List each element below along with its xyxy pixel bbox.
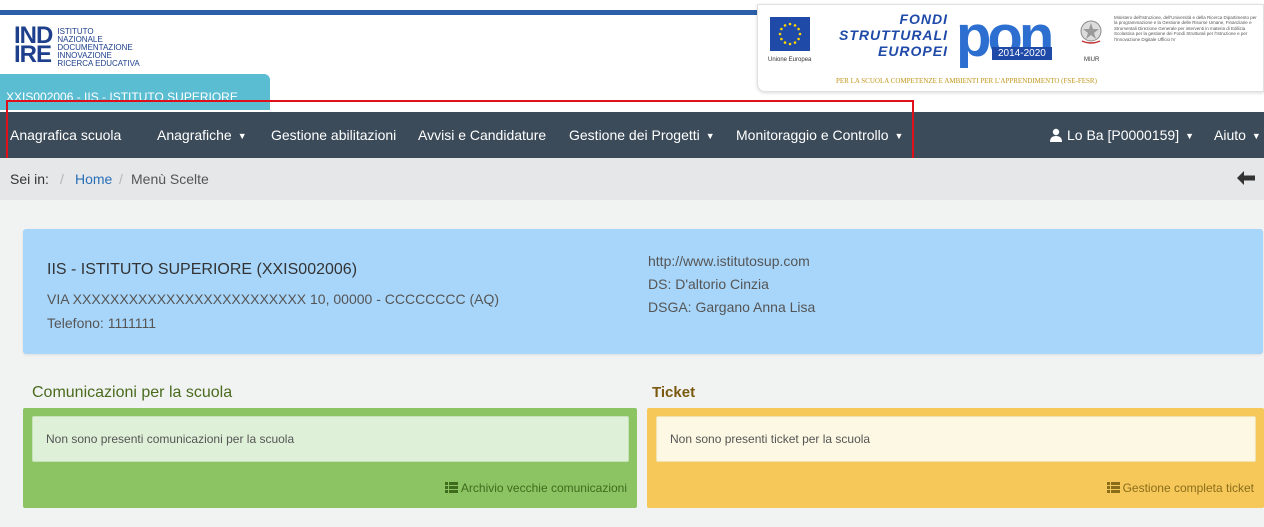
nav-label: Avvisi e Candidature bbox=[418, 127, 547, 143]
school-address: VIA XXXXXXXXXXXXXXXXXXXXXXXXX 10, 00000 … bbox=[47, 291, 500, 307]
ticket-management-link[interactable]: Gestione completa ticket bbox=[1106, 481, 1254, 495]
logo-mark-line: IRE bbox=[14, 41, 52, 68]
pon-banner: Unione Europea FONDI STRUTTURALI EUROPEI… bbox=[757, 4, 1264, 92]
caret-down-icon: ▼ bbox=[705, 131, 715, 141]
caret-down-icon: ▼ bbox=[1251, 131, 1261, 141]
school-website[interactable]: http://www.istitutosup.com bbox=[648, 253, 810, 269]
school-phone: Telefono: 1111111 bbox=[47, 315, 156, 331]
fondi-strutturali-title: FONDI STRUTTURALI EUROPEI bbox=[836, 11, 948, 59]
breadcrumb: Sei in: / Home / Menù Scelte bbox=[0, 158, 1264, 200]
communications-archive-label: Archivio vecchie comunicazioni bbox=[460, 481, 627, 495]
italian-republic-emblem-icon bbox=[1079, 19, 1103, 45]
communications-message-box: Non sono presenti comunicazioni per la s… bbox=[32, 416, 629, 462]
school-ds: DS: D'altorio Cinzia bbox=[648, 276, 769, 292]
school-dsga: DSGA: Gargano Anna Lisa bbox=[648, 299, 816, 315]
breadcrumb-separator: / bbox=[119, 171, 123, 187]
nav-label: Gestione dei Progetti bbox=[569, 127, 700, 143]
list-icon bbox=[1106, 482, 1120, 493]
communications-empty-message: Non sono presenti comunicazioni per la s… bbox=[46, 432, 295, 446]
breadcrumb-current: Menù Scelte bbox=[131, 171, 209, 187]
header-accent-line bbox=[0, 10, 760, 15]
nav-anagrafiche[interactable]: Anagrafiche ▼ bbox=[157, 112, 247, 158]
eu-flag-icon bbox=[770, 17, 810, 51]
communications-archive-link[interactable]: Archivio vecchie comunicazioni bbox=[444, 481, 627, 495]
nav-help[interactable]: Aiuto ▼ bbox=[1214, 112, 1261, 158]
breadcrumb-home-link[interactable]: Home bbox=[75, 171, 112, 187]
pon-subtitle: PER LA SCUOLA COMPETENZE E AMBIENTI PER … bbox=[836, 77, 1097, 85]
ministry-text: Ministero dell'Istruzione, dell'Universi… bbox=[1114, 15, 1257, 42]
help-label: Aiuto bbox=[1214, 127, 1246, 143]
user-name: Lo Ba [P0000159] bbox=[1067, 127, 1180, 143]
pon-years: 2014-2020 bbox=[992, 47, 1052, 60]
school-tab-label: XXIS002006 - IIS - ISTITUTO SUPERIORE bbox=[6, 90, 238, 104]
ticket-empty-message: Non sono presenti ticket per la scuola bbox=[670, 432, 871, 446]
nav-label: Monitoraggio e Controllo bbox=[736, 127, 889, 143]
ticket-title: Ticket bbox=[652, 384, 696, 401]
breadcrumb-separator: / bbox=[60, 171, 64, 187]
school-info-panel: IIS - ISTITUTO SUPERIORE (XXIS002006) VI… bbox=[23, 229, 1263, 354]
nav-label: Anagrafica scuola bbox=[10, 127, 122, 143]
back-arrow-icon[interactable] bbox=[1236, 170, 1256, 186]
nav-gestione-progetti[interactable]: Gestione dei Progetti ▼ bbox=[569, 112, 715, 158]
ticket-management-label: Gestione completa ticket bbox=[1122, 481, 1254, 495]
nav-avvisi-candidature[interactable]: Avvisi e Candidature bbox=[418, 112, 546, 158]
pon-logo: pon 2014-2020 bbox=[956, 8, 1066, 71]
nav-anagrafica-scuola[interactable]: Anagrafica scuola bbox=[10, 112, 121, 158]
ticket-message-box: Non sono presenti ticket per la scuola bbox=[656, 416, 1256, 462]
ticket-panel: Non sono presenti ticket per la scuola G… bbox=[647, 408, 1264, 508]
communications-panel: Non sono presenti comunicazioni per la s… bbox=[23, 408, 637, 508]
caret-down-icon: ▼ bbox=[894, 131, 904, 141]
logo-text: Istituto Nazionale Documentazione Innova… bbox=[57, 28, 139, 68]
nav-label: Gestione abilitazioni bbox=[271, 127, 397, 143]
nav-user-menu[interactable]: Lo Ba [P0000159] ▼ bbox=[1049, 112, 1194, 158]
caret-down-icon: ▼ bbox=[1185, 131, 1195, 141]
user-icon bbox=[1050, 128, 1062, 142]
nav-monitoraggio-controllo[interactable]: Monitoraggio e Controllo ▼ bbox=[736, 112, 903, 158]
miur-label: MIUR bbox=[1084, 57, 1100, 63]
fondi-line: FONDI bbox=[899, 11, 948, 27]
page-header: IND IRE Istituto Nazionale Documentazion… bbox=[0, 0, 1264, 112]
caret-down-icon: ▼ bbox=[237, 131, 247, 141]
nav-label: Anagrafiche bbox=[157, 127, 232, 143]
list-icon bbox=[444, 482, 458, 493]
logo-mark: IND IRE bbox=[14, 24, 53, 68]
indire-logo[interactable]: IND IRE Istituto Nazionale Documentazion… bbox=[14, 24, 140, 68]
breadcrumb-prefix: Sei in: bbox=[10, 171, 49, 187]
school-tab[interactable]: XXIS002006 - IIS - ISTITUTO SUPERIORE bbox=[0, 74, 270, 110]
school-name: IIS - ISTITUTO SUPERIORE (XXIS002006) bbox=[47, 261, 358, 278]
eu-label: Unione Europea bbox=[768, 57, 812, 63]
nav-gestione-abilitazioni[interactable]: Gestione abilitazioni bbox=[271, 112, 396, 158]
main-navbar: Anagrafica scuola Anagrafiche ▼ Gestione … bbox=[0, 112, 1264, 158]
communications-title: Comunicazioni per la scuola bbox=[32, 384, 233, 401]
fondi-line: EUROPEI bbox=[877, 43, 948, 59]
fondi-line: STRUTTURALI bbox=[839, 27, 948, 43]
logo-text-line: Ricerca Educativa bbox=[57, 59, 140, 68]
